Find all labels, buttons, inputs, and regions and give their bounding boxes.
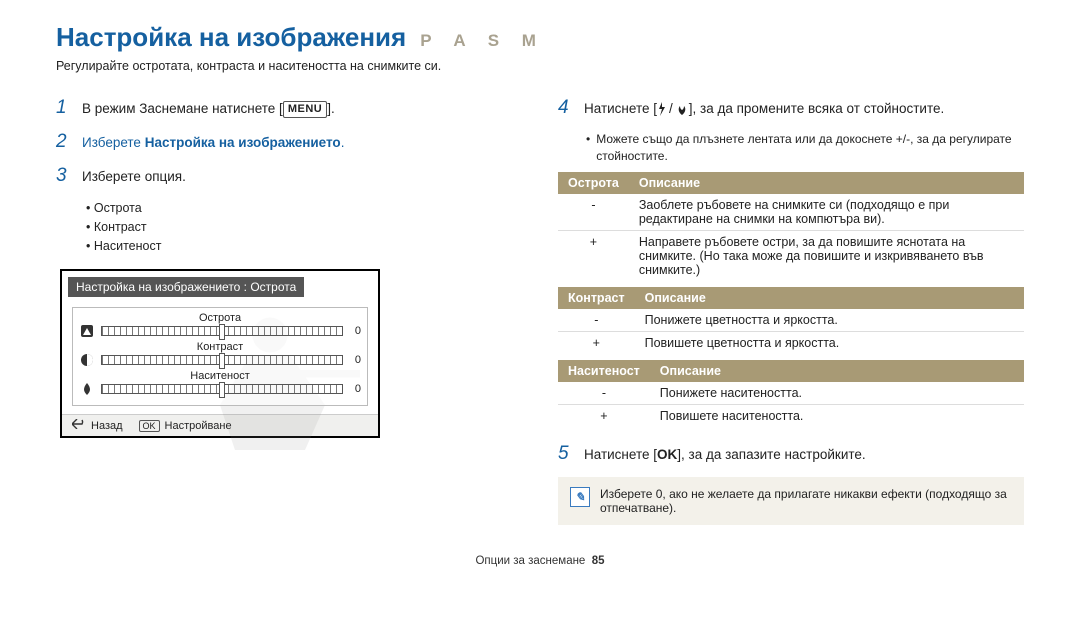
table-row: +Повишете наситеността. [558, 404, 1024, 427]
page-header: Настройка на изображения P A S M [56, 22, 1024, 53]
list-item: Контраст [86, 218, 522, 237]
step-1: 1 В режим Заснемане натиснете [MENU]. [56, 97, 522, 119]
back-button[interactable]: Назад [72, 419, 123, 432]
saturation-icon [79, 381, 95, 397]
page-footer: Опции за заснемане 85 [56, 555, 1024, 567]
table-row: -Заоблете ръбовете на снимките си (подхо… [558, 194, 1024, 231]
flash-macro-icon: / [657, 100, 689, 118]
step-4-text: Натиснете [ / ], за да промените всяка о… [584, 97, 944, 119]
page-title: Настройка на изображения [56, 22, 406, 53]
step-5: 5 Натиснете [OK], за да запазите настрой… [558, 443, 1024, 465]
step-4: 4 Натиснете [ / ], за да промените всяка… [558, 97, 1024, 119]
screen-footer: Назад OK Настройване [62, 414, 378, 436]
step-number: 4 [558, 97, 574, 119]
list-item: Острота [86, 199, 522, 218]
slider-thumb[interactable] [219, 324, 225, 340]
table-sharpness: ОстротаОписание -Заоблете ръбовете на сн… [558, 172, 1024, 281]
slider-thumb[interactable] [219, 382, 225, 398]
left-column: 1 В режим Заснемане натиснете [MENU]. 2 … [56, 97, 522, 525]
info-icon: ✎ [570, 487, 590, 507]
slider-row-contrast: Контраст 0 [79, 341, 361, 368]
table-row: +Направете ръбовете остри, за да повишит… [558, 230, 1024, 281]
slider-row-saturation: Наситеност 0 [79, 370, 361, 397]
sharpness-icon [79, 323, 95, 339]
screen-title: Настройка на изображението : Острота [68, 277, 304, 297]
step-number: 2 [56, 131, 72, 153]
step-2-text: Изберете Настройка на изображението. [82, 131, 344, 152]
step-5-text: Натиснете [OK], за да запазите настройки… [584, 443, 866, 464]
slider-track[interactable] [101, 326, 343, 336]
option-list: Острота Контраст Наситеност [86, 199, 522, 255]
table-saturation: НаситеностОписание -Понижете наситеностт… [558, 360, 1024, 427]
step-4-note: Можете също да плъзнете лентата или да д… [586, 131, 1024, 166]
step-number: 5 [558, 443, 574, 465]
set-button[interactable]: OK Настройване [139, 420, 232, 432]
step-3: 3 Изберете опция. [56, 165, 522, 187]
tip-box: ✎ Изберете 0, ако не желаете да прилагат… [558, 477, 1024, 525]
slider-panel: Острота 0 Контраст [72, 307, 368, 406]
list-item: Наситеност [86, 237, 522, 256]
ok-chip-icon: OK [139, 420, 160, 432]
table-contrast: КонтрастОписание -Понижете цветността и … [558, 287, 1024, 354]
table-row: +Повишете цветността и яркостта. [558, 331, 1024, 354]
slider-track[interactable] [101, 355, 343, 365]
step-1-text: В режим Заснемане натиснете [MENU]. [82, 97, 335, 118]
camera-screen: Настройка на изображението : Острота Ост… [60, 269, 380, 438]
slider-row-sharpness: Острота 0 [79, 312, 361, 339]
slider-thumb[interactable] [219, 353, 225, 369]
step-2: 2 Изберете Настройка на изображението. [56, 131, 522, 153]
right-column: 4 Натиснете [ / ], за да промените всяка… [558, 97, 1024, 525]
ok-icon: OK [657, 447, 677, 462]
step-number: 3 [56, 165, 72, 187]
mode-letters: P A S M [420, 31, 545, 51]
step-number: 1 [56, 97, 72, 119]
contrast-icon [79, 352, 95, 368]
back-arrow-icon [72, 419, 86, 432]
page-subtitle: Регулирайте остротата, контраста и насит… [56, 59, 1024, 73]
menu-icon: MENU [283, 101, 327, 118]
slider-track[interactable] [101, 384, 343, 394]
table-row: -Понижете цветността и яркостта. [558, 309, 1024, 332]
table-row: -Понижете наситеността. [558, 382, 1024, 405]
step-3-text: Изберете опция. [82, 165, 186, 186]
tip-text: Изберете 0, ако не желаете да прилагате … [600, 487, 1012, 515]
